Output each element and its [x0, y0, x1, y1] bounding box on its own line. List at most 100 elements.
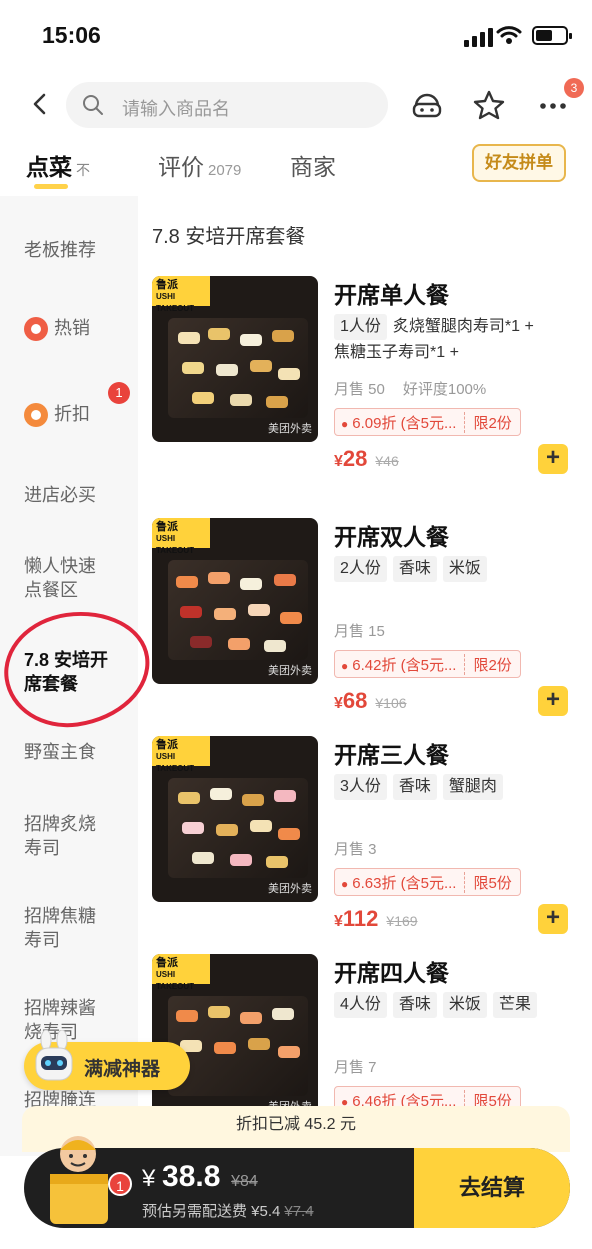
item-tags: 3人份 香味 蟹腿肉 [334, 774, 582, 800]
tab-merchant[interactable]: 商家 [290, 148, 336, 182]
tab-merchant-label: 商家 [290, 154, 336, 180]
product-image[interactable]: 鲁派USHI TAKEOUT 美团外卖 [152, 276, 318, 442]
item-rating: 好评度100% [402, 381, 487, 398]
tab-reviews-count: 2079 [208, 162, 242, 179]
sidebar-item-quick-order-line2: 点餐区 [24, 580, 78, 600]
mascot-icon [35, 1030, 73, 1081]
sushi-plate-graphic [168, 318, 308, 418]
item-promo-discount: 6.09折 (含5元... [335, 412, 464, 433]
friend-group-order-button[interactable]: 好友拼单 [472, 144, 566, 182]
item-sales: 月售 3 [334, 838, 395, 859]
item-sales: 月售 15 [334, 620, 403, 641]
sidebar-item-caramel-sushi-line2: 寿司 [24, 930, 60, 950]
discount-badge: 1 [108, 382, 130, 404]
tab-reviews-label: 评价 [158, 154, 204, 180]
brand-logo: 鲁派 USHI TAKEOUT [152, 518, 210, 555]
search-placeholder: 请输入商品名 [122, 99, 230, 119]
brand-logo-line1: 鲁派 [156, 739, 178, 751]
product-image[interactable]: 鲁派USHI TAKEOUT 美团外卖 [152, 736, 318, 902]
item-price-value: 68 [342, 688, 368, 713]
brand-logo-line2: USHI TAKEOUT [156, 534, 195, 555]
sidebar-item-staple[interactable]: 野蛮主食 [24, 740, 96, 764]
sushi-plate-graphic [168, 996, 308, 1096]
item-tag: 香味 [392, 992, 437, 1018]
currency-symbol: ¥ [334, 453, 343, 470]
item-tag: 4人份 [334, 992, 387, 1018]
sidebar-item-seared-sushi[interactable]: 招牌炙烧 寿司 [24, 812, 96, 860]
checkout-button[interactable]: 去结算 [414, 1148, 570, 1228]
item-promo: 6.63折 (含5元...限5份 [334, 868, 521, 896]
brand-logo-line1: 鲁派 [156, 279, 178, 291]
tab-active-indicator [34, 184, 68, 189]
sidebar-item-hot-label: 热销 [54, 318, 90, 338]
brand-logo-line2: USHI TAKEOUT [156, 970, 195, 991]
product-image[interactable]: 鲁派USHI TAKEOUT 美团外卖 [152, 954, 318, 1120]
menu-item[interactable]: 鲁派 USHI TAKEOUT 美团外卖 开席单人餐 1人份 炙烧蟹腿肉寿司*1 +… [152, 276, 584, 476]
item-sales: 月售 50 好评度100% [334, 378, 504, 399]
cart-count-badge: 1 [108, 1172, 132, 1196]
sushi-plate-graphic [168, 778, 308, 878]
tab-bar: 点菜不 评价 2079 商家 好友拼单 [0, 140, 592, 194]
item-sold: 月售 50 [334, 381, 385, 398]
product-image[interactable]: 鲁派USHI TAKEOUT 美团外卖 [152, 518, 318, 684]
tab-reviews[interactable]: 评价 2079 [158, 148, 241, 182]
item-tag: 1人份 [334, 314, 387, 340]
favorite-star-icon[interactable] [472, 88, 506, 122]
add-to-cart-button[interactable]: + [538, 686, 568, 716]
sidebar-item-quick-order-line1: 懒人快速 [24, 556, 96, 576]
cart-currency: ¥ [142, 1165, 156, 1192]
item-tag: 芒果 [492, 992, 537, 1018]
delivery-fee: 预估另需配送费 ¥5.4 ¥7.4 [142, 1200, 314, 1221]
status-bar: 15:06 [0, 0, 592, 72]
sidebar-item-discount[interactable]: 折扣 [24, 402, 90, 428]
menu-item[interactable]: 鲁派 USHI TAKEOUT 美团外卖 开席三人餐 3人份 香味 蟹腿肉 月售 3 … [152, 736, 584, 936]
item-tag: 香味 [392, 774, 437, 800]
item-promo-limit: 限2份 [464, 653, 519, 675]
item-sold: 月售 15 [334, 623, 385, 640]
item-sales: 月售 7 [334, 1056, 395, 1077]
cart-old-total: ¥84 [231, 1173, 258, 1190]
currency-symbol: ¥ [334, 695, 343, 712]
item-old-price: ¥46 [375, 453, 399, 469]
item-price: ¥68 ¥106 [334, 688, 407, 714]
brand-logo: 鲁派 USHI TAKEOUT [152, 276, 210, 313]
nav-bar: 请输入商品名 [0, 80, 592, 132]
add-to-cart-button[interactable]: + [538, 904, 568, 934]
currency-symbol: ¥ [334, 913, 343, 930]
item-name: 开席三人餐 [334, 742, 449, 768]
search-input[interactable]: 请输入商品名 [66, 82, 388, 128]
brand-logo-line1: 鲁派 [156, 957, 178, 969]
sidebar-item-hot[interactable]: 热销 [24, 316, 90, 342]
battery-icon [532, 26, 572, 45]
item-promo-limit: 限2份 [464, 411, 519, 433]
tab-order[interactable]: 点菜不 [26, 148, 90, 182]
item-sold: 月售 7 [334, 1059, 377, 1076]
back-arrow-icon[interactable] [28, 92, 52, 116]
flame-icon [24, 317, 48, 342]
item-old-price: ¥169 [386, 913, 418, 929]
sidebar-item-quick-order[interactable]: 懒人快速 点餐区 [24, 554, 96, 602]
more-badge: 3 [564, 78, 584, 98]
item-name: 开席单人餐 [334, 282, 449, 308]
item-promo-discount: 6.63折 (含5元... [335, 872, 464, 893]
wifi-icon [496, 26, 522, 44]
item-promo-discount: 6.42折 (含5元... [335, 654, 464, 675]
item-tags: 1人份 炙烧蟹腿肉寿司*1 + 焦糖玉子寿司*1 + [334, 314, 582, 366]
cart-mascot-icon[interactable] [40, 1128, 118, 1228]
sidebar-item-spicy-sushi-line1: 招牌辣酱 [24, 998, 96, 1018]
item-old-price: ¥106 [375, 695, 407, 711]
item-tags: 4人份 香味 米饭 芒果 [334, 992, 582, 1018]
item-name: 开席四人餐 [334, 960, 449, 986]
add-to-cart-button[interactable]: + [538, 444, 568, 474]
helper-label: 满减神器 [84, 1059, 161, 1080]
sidebar-item-caramel-sushi[interactable]: 招牌焦糖 寿司 [24, 904, 96, 952]
image-watermark: 美团外卖 [268, 883, 312, 895]
item-price-value: 112 [342, 906, 379, 931]
sidebar-item-boss-recommend[interactable]: 老板推荐 [24, 238, 96, 262]
discount-helper-button[interactable]: 满减神器 [24, 1030, 190, 1090]
menu-item[interactable]: 鲁派 USHI TAKEOUT 美团外卖 开席双人餐 2人份 香味 米饭 月售 15 … [152, 518, 584, 718]
customer-service-icon[interactable] [410, 88, 444, 122]
tab-order-label: 点菜 [26, 154, 72, 180]
item-tag: 米饭 [442, 556, 487, 582]
sidebar-item-must-buy[interactable]: 进店必买 [24, 483, 96, 507]
